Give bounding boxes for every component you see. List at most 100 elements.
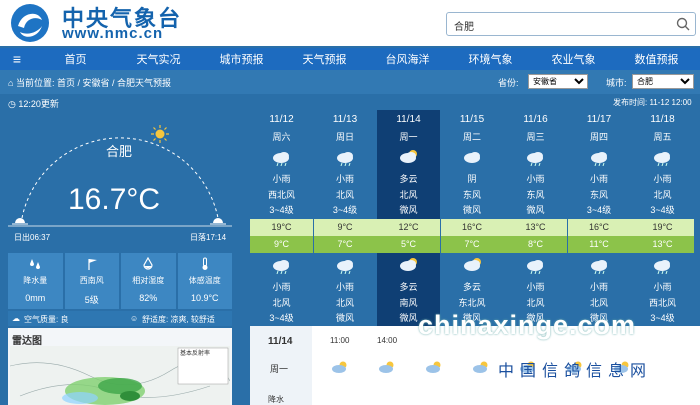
comfort-icon: ☺ (130, 314, 139, 323)
rain-cloud-icon (527, 260, 543, 274)
radar-legend-title: 基本反射率 (180, 351, 211, 357)
forecast-day-wind: 东风 (462, 190, 481, 200)
rain-cloud-icon (590, 152, 607, 166)
forecast-day-weather: 小雨 (526, 174, 545, 184)
hourly-time: 14:00 (377, 336, 398, 345)
forecast-night-weather: 多云 (462, 282, 481, 292)
forecast-night-weather: 小雨 (335, 282, 354, 292)
update-time: ◷ 12:20更新 (8, 99, 59, 109)
nav-city-forecast[interactable]: 城市预报 (200, 51, 283, 67)
forecast-day-3[interactable]: 11/15 周二阴东风 微风 多云 东北风 微风 16°C 7°C (440, 110, 504, 326)
sunrise-icon (12, 218, 28, 225)
main-nav: ≡ 首页 天气实况 城市预报 天气预报 台风海洋 环境气象 农业气象 数值预报 (0, 48, 700, 70)
update-time-text: 12:20更新 (18, 99, 59, 109)
nav-typhoon[interactable]: 台风海洋 (366, 51, 449, 67)
nav-home[interactable]: 首页 (34, 51, 117, 67)
search-input[interactable] (452, 16, 666, 34)
sun-arc (8, 137, 232, 227)
breadcrumb: ⌂ 当前位置: 首页 / 安徽省 / 合肥天气预报 省份: 安徽省 城市: 合肥 (0, 70, 700, 94)
forecast-low-temp: 13°C (631, 236, 694, 253)
forecast-night-level: 微风 (335, 313, 354, 323)
metric-humidity: 相对湿度 82% (121, 253, 176, 309)
forecast-day-2[interactable]: 11/14 周一 多云 北风 微风 多云 南风 微风 12°C 5°C (377, 110, 440, 326)
metric-label: 降水量 (23, 276, 48, 285)
search-box[interactable] (446, 12, 696, 36)
nav-environment[interactable]: 环境气象 (449, 51, 532, 67)
cma-logo-icon[interactable] (8, 2, 52, 44)
forecast-night-wind: 北风 (526, 298, 545, 308)
forecast-day-0[interactable]: 11/12 周六 小雨 西北风 3~4级 小雨 北风 3~4级 19°C 9°C (250, 110, 313, 326)
forecast-weekday: 周五 (653, 132, 672, 142)
forecast-high-temp: 9°C (313, 219, 377, 236)
current-metrics: 降水量 0mm 西南风 5级 相对湿度 82% 体感温度 10.9°C (8, 253, 232, 309)
city-label: 城市: (606, 78, 627, 88)
rain-cloud-icon (654, 152, 670, 166)
city-name: 合肥 (106, 144, 133, 159)
forecast-low-temp: 8°C (504, 236, 567, 253)
forecast-day-weather: 小雨 (335, 174, 354, 184)
forecast-day-6[interactable]: 11/18 周五 小雨 北风 3~4级 小雨 西北风 3~4级 19°C 13°C (631, 110, 694, 326)
forecast-day-level: 3~4级 (332, 205, 358, 215)
forecast-day-level: 微风 (399, 205, 418, 215)
sunset-time: 日落17:14 (190, 233, 227, 242)
forecast-high-temp: 16°C (440, 219, 504, 236)
menu-icon[interactable]: ≡ (0, 51, 34, 67)
partly-cloudy-icon (379, 361, 394, 373)
rain-cloud-icon (654, 260, 670, 274)
forecast-date: 11/17 (586, 114, 612, 125)
city-select[interactable]: 合肥 (632, 74, 694, 89)
metric-value: 10.9°C (190, 293, 219, 303)
forecast-high-temp: 12°C (377, 219, 440, 236)
nav-weather-live[interactable]: 天气实况 (117, 51, 200, 67)
forecast-night-level: 3~4级 (650, 313, 675, 323)
breadcrumb-home[interactable]: 首页 (57, 78, 75, 88)
forecast-day-1[interactable]: 11/13 周日 小雨 北风 3~4级 小雨 北风 微风 9°C 7°C (313, 110, 377, 326)
wind-icon (88, 259, 97, 270)
radar-panel: 雷达图 基本反射率 (8, 328, 232, 405)
air-quality-text[interactable]: 空气质量: 良 (24, 314, 68, 325)
metric-label: 体感温度 (188, 276, 221, 285)
partly-cloudy-icon (332, 361, 347, 373)
breadcrumb-province[interactable]: 安徽省 (83, 78, 110, 88)
province-select[interactable]: 安徽省 (528, 74, 588, 89)
forecast-night-wind: 北风 (272, 298, 291, 308)
breadcrumb-page: 合肥天气预报 (117, 78, 172, 88)
forecast-day-weather: 小雨 (272, 174, 291, 184)
forecast-night-wind: 西北风 (648, 298, 676, 308)
partly-cloudy-icon (426, 361, 441, 373)
forecast-day-4[interactable]: 11/16 周三 小雨 东风 微风 小雨 北风 微风 13°C 8°C (504, 110, 567, 326)
rain-cloud-icon (336, 260, 353, 274)
forecast-high-temp: 13°C (504, 219, 567, 236)
nav-numerical[interactable]: 数值预报 (615, 51, 698, 67)
metric-value: 82% (139, 293, 158, 303)
forecast-day-wind: 北风 (335, 190, 354, 200)
forecast-day-level: 3~4级 (650, 205, 675, 215)
air-quality-bar: ☁ 空气质量: 良 ☺ 舒适度: 凉爽, 较舒适 (8, 311, 232, 326)
air-quality-icon: ☁ (12, 314, 20, 323)
forecast-day-5[interactable]: 11/17 周四 小雨 东风 3~4级 小雨 北风 微风 16°C 11°C (567, 110, 631, 326)
breadcrumb-path: ⌂ 当前位置: 首页 / 安徽省 / 合肥天气预报 (8, 78, 172, 88)
forecast-day-wind: 西北风 (267, 190, 295, 200)
site-name-en: www.nmc.cn (62, 25, 164, 42)
forecast-low-temp: 5°C (377, 236, 440, 253)
forecast-date: 11/16 (523, 114, 548, 125)
forecast-night-wind: 南风 (399, 298, 418, 308)
forecast-date: 11/18 (650, 114, 675, 125)
nav-agriculture[interactable]: 农业气象 (532, 51, 615, 67)
humidity-icon (143, 257, 153, 270)
thermometer-icon (202, 257, 208, 270)
nav-weather-forecast[interactable]: 天气预报 (283, 51, 366, 67)
province-label: 省份: (498, 78, 519, 88)
publish-time: 发布时间: 11-12 12:00 (613, 98, 692, 107)
forecast-weekday: 周三 (526, 132, 545, 142)
raindrops-icon (30, 259, 41, 269)
forecast-night-weather: 小雨 (526, 282, 545, 292)
metric-value: 0mm (25, 293, 46, 303)
radar-title: 雷达图 (12, 336, 42, 347)
forecast-weekday: 周六 (272, 132, 291, 142)
sunrise-time: 日出06:37 (14, 233, 51, 242)
forecast-high-temp: 19°C (250, 219, 313, 236)
search-icon[interactable] (675, 16, 691, 32)
comfort-text: 舒适度: 凉爽, 较舒适 (142, 315, 215, 324)
partly-cloudy-icon (400, 150, 417, 163)
